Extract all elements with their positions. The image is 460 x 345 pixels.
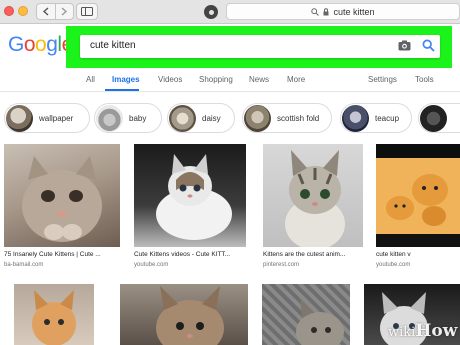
tab-tools[interactable]: Tools xyxy=(415,75,434,84)
result-image[interactable] xyxy=(120,284,248,345)
chip-daisy[interactable]: daisy xyxy=(167,103,235,133)
result-image[interactable] xyxy=(4,144,120,247)
chip-thumbnail xyxy=(6,105,33,132)
browser-toolbar: cute kitten xyxy=(0,0,460,24)
result-source[interactable]: youtube.com xyxy=(376,262,410,268)
screen: cute kitten Google cute kitten All Image… xyxy=(0,0,460,345)
tab-news[interactable]: News xyxy=(249,75,269,84)
chip-wallpaper[interactable]: wallpaper xyxy=(4,103,90,133)
logo-letter: o xyxy=(35,33,47,56)
tab-images[interactable]: Images xyxy=(112,75,140,84)
logo-letter: g xyxy=(46,33,58,56)
kitten-image xyxy=(32,290,76,345)
chip-label: scottish fold xyxy=(277,114,320,123)
chip-thumbnail xyxy=(244,105,271,132)
chip-thumbnail xyxy=(169,105,196,132)
kitten-image xyxy=(296,298,344,345)
result-source[interactable]: youtube.com xyxy=(134,262,168,268)
chevron-left-icon xyxy=(42,7,49,16)
address-bar[interactable]: cute kitten xyxy=(226,3,460,20)
result-image[interactable] xyxy=(134,144,246,247)
logo-letter: G xyxy=(8,33,24,56)
search-query-text: cute kitten xyxy=(90,40,136,51)
result-caption[interactable]: 75 Insanely Cute Kittens | Cute ... xyxy=(4,251,120,258)
result-image[interactable] xyxy=(14,284,94,345)
tab-shopping[interactable]: Shopping xyxy=(199,75,233,84)
result-source[interactable]: pinterest.com xyxy=(263,262,299,268)
camera-icon[interactable] xyxy=(398,40,411,51)
address-text: cute kitten xyxy=(333,6,375,17)
result-caption[interactable]: cute kitten v xyxy=(376,251,460,258)
kitten-image xyxy=(376,158,460,247)
chip-thumbnail xyxy=(96,105,123,132)
kitten-image xyxy=(22,156,102,242)
chip-baby[interactable]: baby xyxy=(94,103,162,133)
google-logo[interactable]: Google xyxy=(8,33,73,57)
back-button[interactable] xyxy=(37,4,55,19)
chip-label: wallpaper xyxy=(39,114,74,123)
tab-all[interactable]: All xyxy=(86,75,95,84)
minimize-window-button[interactable] xyxy=(18,6,28,16)
chip-teacup[interactable]: teacup xyxy=(340,103,412,133)
result-image[interactable] xyxy=(263,144,363,247)
result-source[interactable]: ba-bamail.com xyxy=(4,262,43,268)
wikihow-watermark: wikiHow xyxy=(388,321,458,341)
kitten-image xyxy=(156,286,224,345)
search-input[interactable]: cute kitten xyxy=(80,35,440,58)
chip-label: daisy xyxy=(202,114,221,123)
close-window-button[interactable] xyxy=(4,6,14,16)
tab-videos[interactable]: Videos xyxy=(158,75,182,84)
chip-label: teacup xyxy=(375,114,400,123)
chip-label: baby xyxy=(129,114,147,123)
result-caption[interactable]: Cute Kittens videos - Cute KITT... xyxy=(134,251,248,258)
forward-button[interactable] xyxy=(54,4,74,19)
result-image[interactable] xyxy=(376,144,460,247)
search-tabs: All Images Videos Shopping News More Set… xyxy=(0,70,460,92)
result-caption[interactable]: Kittens are the cutest anim... xyxy=(263,251,363,258)
kitten-image xyxy=(285,150,345,247)
logo-letter: o xyxy=(23,33,36,56)
tab-settings[interactable]: Settings xyxy=(368,75,397,84)
tab-more[interactable]: More xyxy=(287,75,305,84)
privacy-report-icon[interactable] xyxy=(204,5,218,19)
result-image[interactable] xyxy=(262,284,350,345)
sidebar-toggle-button[interactable] xyxy=(76,3,98,20)
active-tab-indicator xyxy=(105,89,139,91)
chip-scottish-fold[interactable]: scottish fold xyxy=(242,103,332,133)
sidebar-icon xyxy=(81,7,93,16)
search-icon xyxy=(311,7,320,16)
chevron-right-icon xyxy=(61,7,68,16)
navigation-buttons xyxy=(36,3,74,20)
chip-thumbnail xyxy=(342,105,369,132)
search-icon[interactable] xyxy=(422,39,435,52)
chip-more[interactable] xyxy=(418,103,460,133)
chip-thumbnail xyxy=(420,105,447,132)
lock-icon xyxy=(323,7,329,15)
kitten-image xyxy=(156,154,232,240)
